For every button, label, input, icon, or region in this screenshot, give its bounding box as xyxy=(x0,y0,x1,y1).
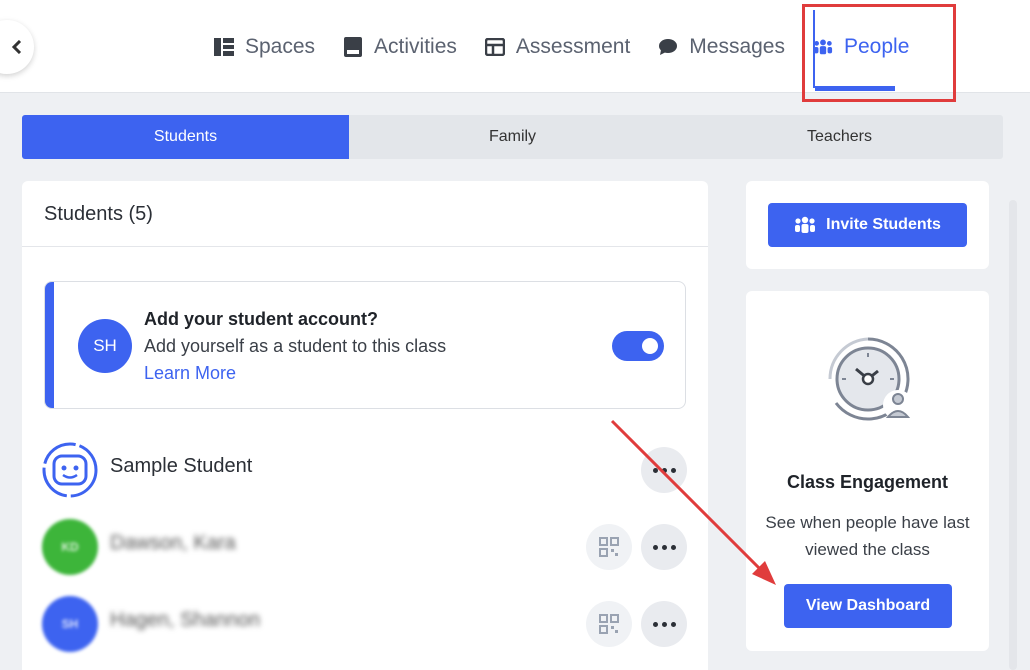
invite-card: Invite Students xyxy=(746,181,989,269)
qr-code-icon xyxy=(599,537,619,557)
add-account-toggle[interactable] xyxy=(612,331,664,361)
nav-item-label: Spaces xyxy=(245,34,316,58)
people-tabs: Students Family Teachers xyxy=(22,115,1003,159)
nav-item-label: Activities xyxy=(374,34,457,58)
qr-code-button[interactable] xyxy=(586,524,632,570)
qr-code-icon xyxy=(599,614,619,634)
people-icon xyxy=(795,216,816,233)
messages-icon xyxy=(658,37,678,57)
student-name: Hagen, Shannon xyxy=(110,609,261,631)
list-item[interactable]: KD Dawson, Kara xyxy=(42,516,692,576)
student-name: Sample Student xyxy=(110,455,253,477)
clock-user-icon xyxy=(828,337,913,421)
avatar-initials: SH xyxy=(61,617,79,631)
avatar: KD xyxy=(42,519,98,575)
avatar: SH xyxy=(78,319,132,373)
more-options-button[interactable] xyxy=(641,601,687,647)
more-options-button[interactable] xyxy=(641,524,687,570)
avatar-initials: KD xyxy=(61,540,79,554)
divider xyxy=(22,246,708,247)
add-student-account-box: SH Add your student account? Add yoursel… xyxy=(44,281,686,409)
engagement-title: Class Engagement xyxy=(786,472,949,492)
back-button[interactable] xyxy=(0,20,34,74)
more-options-button[interactable] xyxy=(641,447,687,493)
activities-icon xyxy=(343,36,363,57)
invite-label: Invite Students xyxy=(826,216,941,233)
tab-family[interactable]: Family xyxy=(349,115,676,159)
list-item[interactable]: Sample Student xyxy=(42,439,692,499)
nav-item-activities[interactable]: Activities xyxy=(329,0,471,93)
more-icon xyxy=(652,544,676,550)
more-icon xyxy=(652,467,676,473)
qr-code-button[interactable] xyxy=(586,601,632,647)
nav-item-label: Assessment xyxy=(515,34,631,58)
nav-item-label: Messages xyxy=(689,34,785,58)
more-icon xyxy=(652,621,676,627)
learn-more-link[interactable]: Learn More xyxy=(144,363,236,384)
tab-teachers[interactable]: Teachers xyxy=(676,115,1003,159)
engagement-description: See when people have last viewed the cla… xyxy=(765,513,970,559)
toggle-knob xyxy=(642,338,658,354)
spaces-icon xyxy=(214,37,234,57)
annotation-highlight-box xyxy=(802,4,956,102)
list-item[interactable]: SH Hagen, Shannon xyxy=(42,593,692,653)
class-engagement-card: Class Engagement See when people have la… xyxy=(746,291,989,651)
student-name: Dawson, Kara xyxy=(110,532,236,554)
robot-avatar-icon xyxy=(42,442,98,498)
tab-students[interactable]: Students xyxy=(22,115,349,159)
nav-item-messages[interactable]: Messages xyxy=(644,0,799,93)
add-account-subtitle: Add yourself as a student to this class xyxy=(144,336,447,356)
add-account-title: Add your student account? xyxy=(144,309,378,329)
students-title: Students (5) xyxy=(44,203,153,225)
nav-item-spaces[interactable]: Spaces xyxy=(200,0,329,93)
view-dashboard-button[interactable]: View Dashboard xyxy=(784,584,952,628)
nav-item-assessment[interactable]: Assessment xyxy=(471,0,644,93)
scrollbar[interactable] xyxy=(1009,200,1017,670)
assessment-icon xyxy=(484,37,505,57)
students-card: Students (5) SH Add your student account… xyxy=(22,181,708,670)
accent-bar xyxy=(45,282,54,408)
invite-students-button[interactable]: Invite Students xyxy=(768,203,967,247)
chevron-left-icon xyxy=(11,40,22,54)
avatar: SH xyxy=(42,596,98,652)
